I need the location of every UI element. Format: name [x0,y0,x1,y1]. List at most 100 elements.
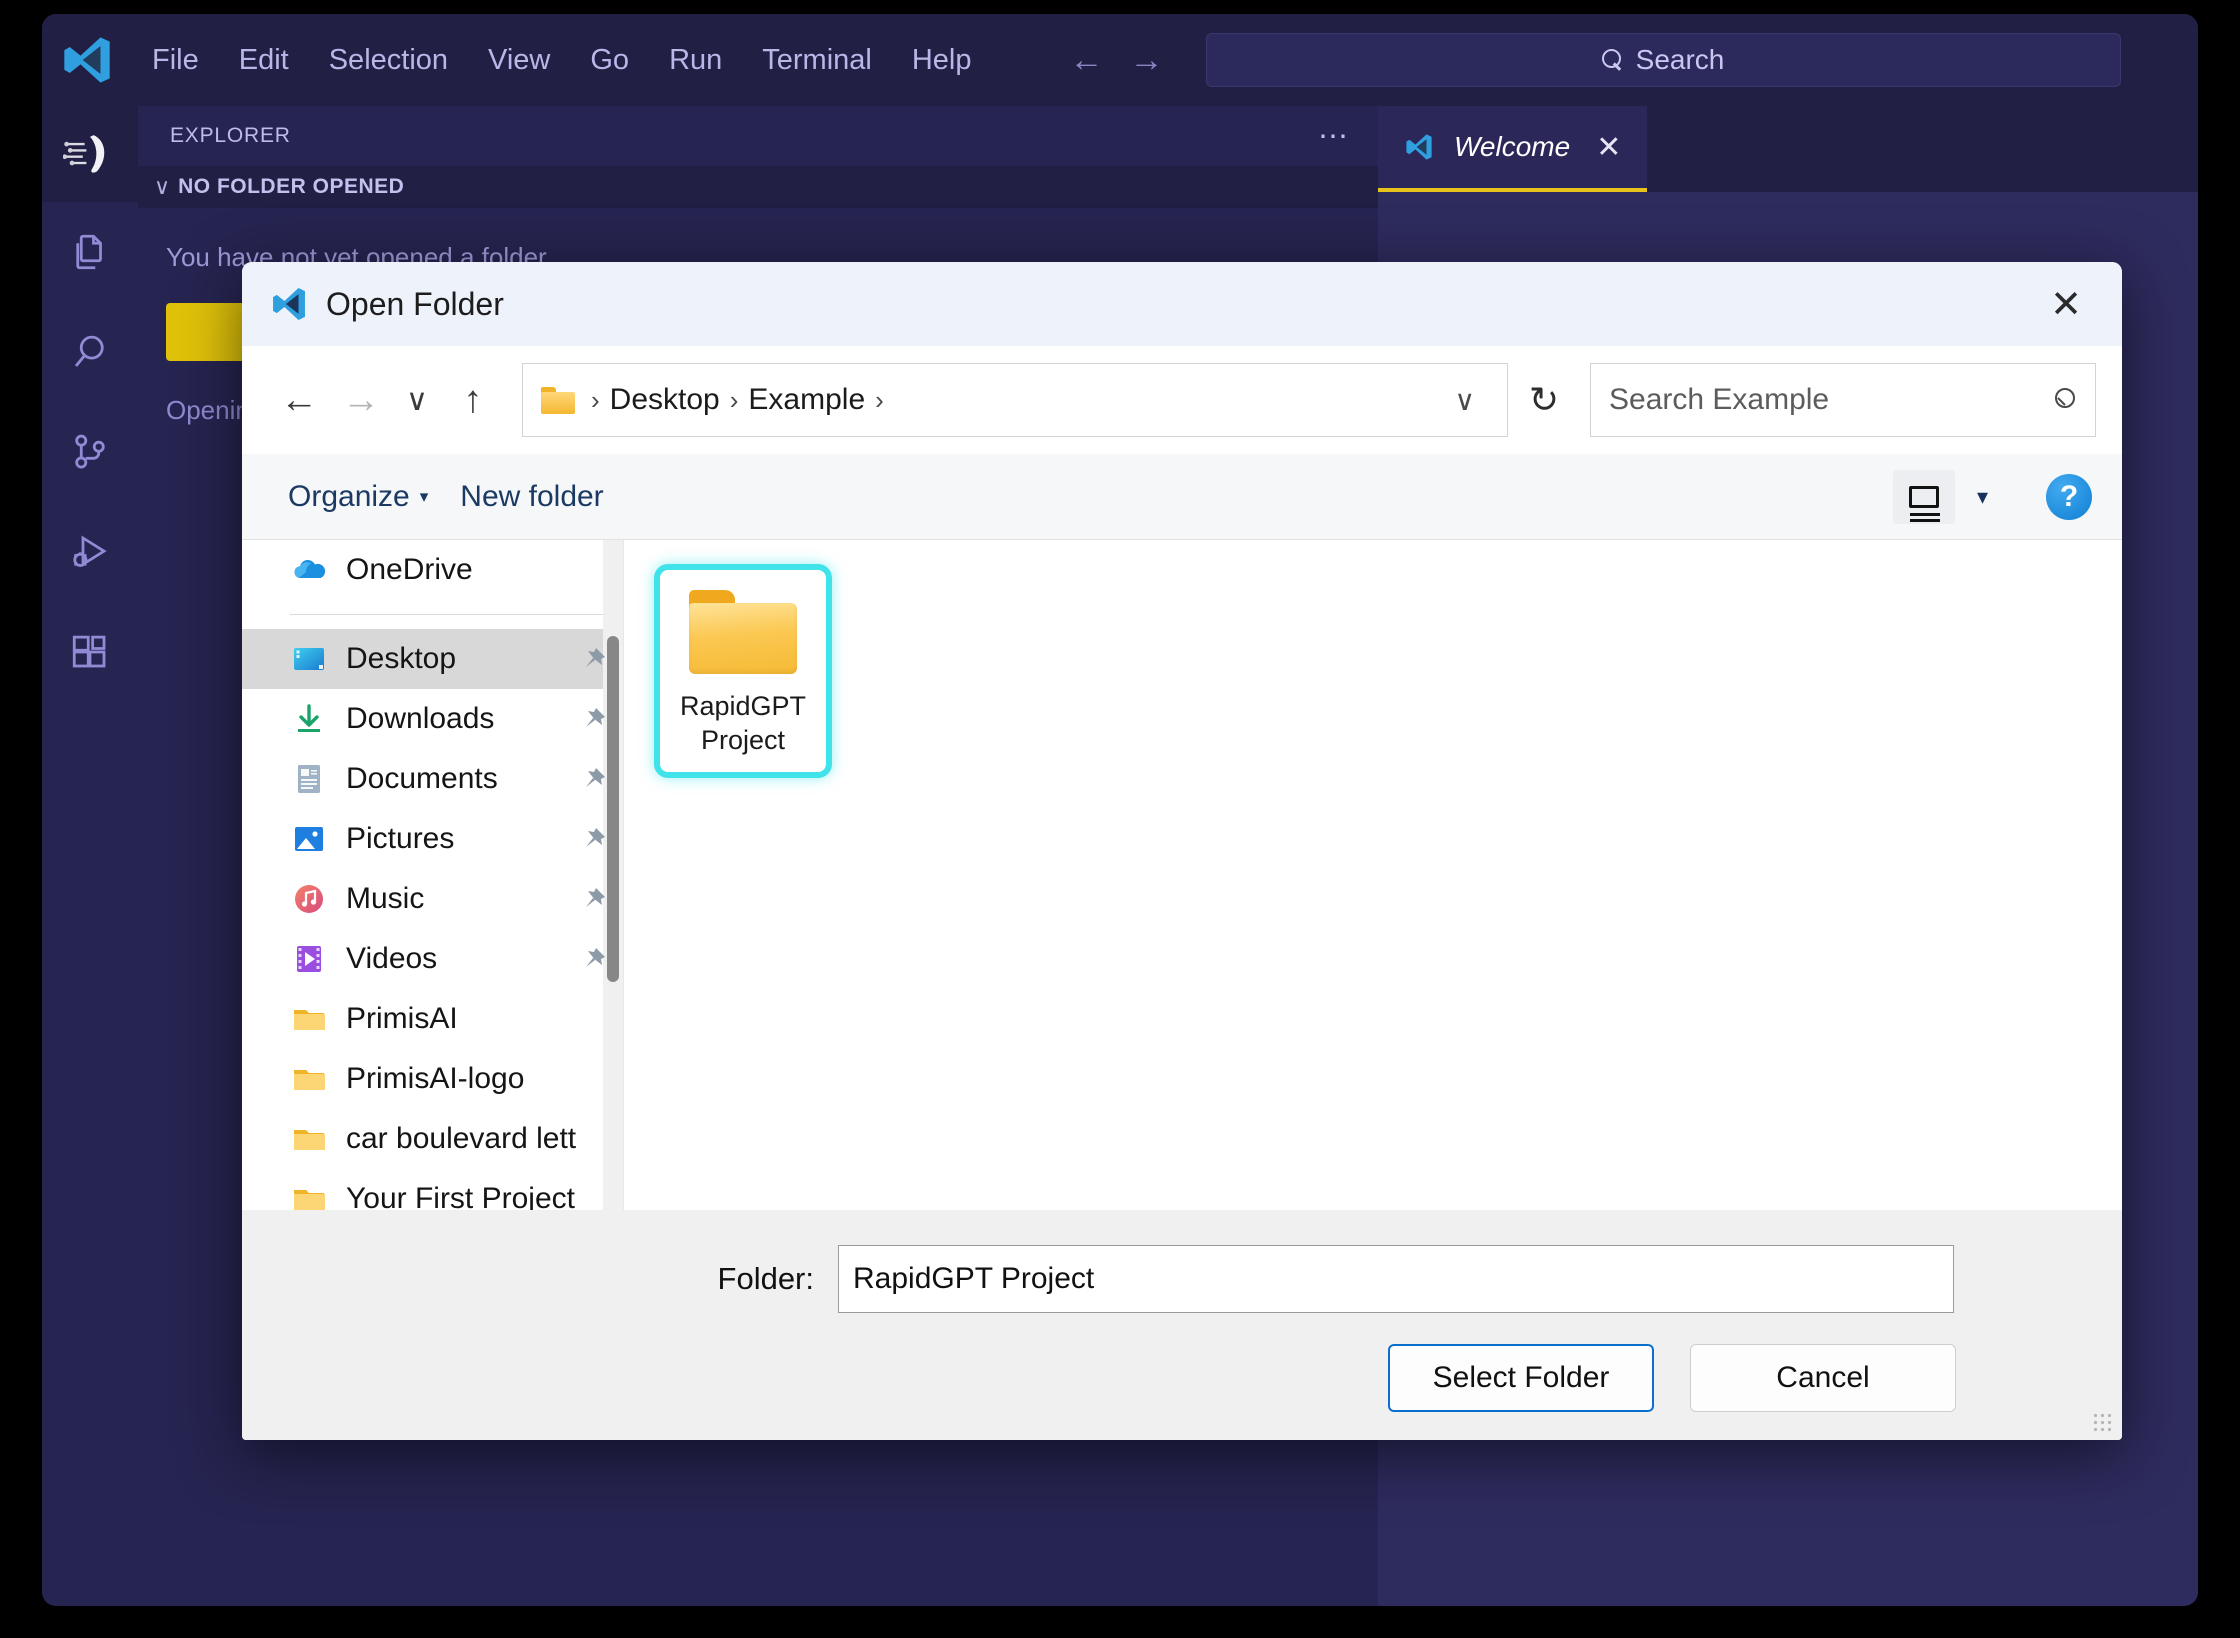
menu-file[interactable]: File [132,36,219,85]
chevron-down-icon[interactable]: ∨ [1437,384,1494,417]
menu-edit[interactable]: Edit [219,36,309,85]
search-placeholder: Search Example [1609,383,1830,416]
pin-icon[interactable] [581,646,607,672]
vscode-tab-bar: Welcome ✕ [1378,106,2198,192]
tree-item-car-boulevard[interactable]: car boulevard lett [242,1109,623,1169]
explorer-more-icon[interactable]: ⋯ [1318,119,1350,154]
tree-item-label: PrimisAI [346,1002,458,1035]
recent-locations-chevron-down-icon[interactable]: ∨ [392,369,442,431]
view-layout-icon[interactable] [1892,469,1955,524]
search-icon [1601,49,1624,71]
help-button[interactable]: ? [2046,473,2092,520]
organize-button[interactable]: Organize ▾ [272,472,444,522]
menu-run[interactable]: Run [649,36,742,85]
menu-help[interactable]: Help [892,36,992,85]
primisai-logo-icon[interactable] [42,106,138,202]
pictures-icon [290,820,328,858]
explorer-header: EXPLORER ⋯ [138,106,1378,166]
chevron-down-icon: ▾ [419,486,429,506]
back-button[interactable]: ← [268,369,330,431]
file-list-pane[interactable]: RapidGPT Project [624,540,2122,1210]
onedrive-cloud-icon [290,551,328,589]
dialog-toolbar: Organize ▾ New folder ▾ ? [242,454,2122,540]
dialog-title: Open Folder [326,285,504,322]
chevron-down-icon: ∨ [154,174,171,199]
menu-selection[interactable]: Selection [309,36,468,85]
explorer-title: EXPLORER [170,124,291,147]
folder-icon [290,1060,328,1098]
tree-scrollbar-track[interactable] [603,540,623,1210]
source-control-icon[interactable] [42,402,138,502]
close-icon[interactable]: ✕ [2034,276,2098,332]
folder-icon [541,386,575,414]
folder-icon [290,1180,328,1210]
close-icon[interactable]: ✕ [1596,130,1621,165]
tree-item-primisai[interactable]: PrimisAI [242,989,623,1049]
tree-item-pictures[interactable]: Pictures [242,809,623,869]
file-item-rapidgpt-project[interactable]: RapidGPT Project [654,564,832,778]
vscode-tab-icon [1404,132,1434,162]
cancel-button[interactable]: Cancel [1690,1344,1956,1412]
refresh-icon[interactable]: ↻ [1508,363,1580,437]
run-and-debug-icon[interactable] [42,502,138,602]
chevron-down-icon[interactable]: ▾ [1959,484,2006,510]
tree-item-label: Downloads [346,702,495,735]
select-folder-button[interactable]: Select Folder [1388,1344,1654,1412]
dialog-main: OneDrive Desktop Downloads Documents Pic… [242,540,2122,1210]
tree-item-videos[interactable]: Videos [242,929,623,989]
screenshot-root: File Edit Selection View Go Run Terminal… [0,0,2240,1638]
tree-item-documents[interactable]: Documents [242,749,623,809]
tree-item-label: OneDrive [346,553,473,586]
pin-icon[interactable] [581,766,607,792]
breadcrumb-item-example[interactable]: Example [748,383,865,417]
tree-item-label: car boulevard lett [346,1122,577,1155]
forward-button[interactable]: → [330,369,392,431]
resize-grip-icon[interactable] [2092,1412,2112,1432]
address-breadcrumb-bar[interactable]: › Desktop › Example › ∨ [522,363,1508,437]
breadcrumb-item-desktop[interactable]: Desktop [610,383,720,417]
search-input[interactable]: Search Example [1590,363,2096,437]
music-note-icon [290,880,328,918]
tree-item-label: Videos [346,942,438,975]
tree-item-onedrive[interactable]: OneDrive [242,540,623,600]
tree-item-primisai-logo[interactable]: PrimisAI-logo [242,1049,623,1109]
pin-icon[interactable] [581,946,607,972]
tree-item-desktop[interactable]: Desktop [242,629,623,689]
go-forward-icon[interactable]: → [1130,43,1164,77]
pin-icon[interactable] [581,826,607,852]
up-button[interactable]: ↑ [442,369,504,431]
vscode-menubar: File Edit Selection View Go Run Terminal… [132,36,992,85]
extensions-icon[interactable] [42,602,138,702]
tree-item-label: Your First Project [346,1182,575,1210]
tab-welcome-label: Welcome [1454,131,1571,162]
vscode-command-search[interactable]: Search [1205,33,2121,87]
folder-icon [290,1120,328,1158]
search-icon[interactable] [42,302,138,402]
tab-welcome[interactable]: Welcome ✕ [1378,106,1648,192]
file-item-label: RapidGPT Project [679,691,807,755]
search-icon [2053,388,2077,412]
tree-item-music[interactable]: Music [242,869,623,929]
breadcrumb-separator: › [729,384,739,415]
pin-icon[interactable] [581,706,607,732]
folder-field-row: Folder: RapidGPT Project [242,1210,2122,1314]
tree-item-label: Pictures [346,822,455,855]
menu-view[interactable]: View [468,36,570,85]
breadcrumb-separator: › [591,384,600,415]
tree-item-downloads[interactable]: Downloads [242,689,623,749]
tree-scrollbar-thumb[interactable] [607,636,619,982]
menu-terminal[interactable]: Terminal [742,36,892,85]
tree-item-your-first-project[interactable]: Your First Project [242,1169,623,1210]
tree-divider [290,614,607,615]
explorer-files-icon[interactable] [42,202,138,302]
vscode-window: File Edit Selection View Go Run Terminal… [42,14,2198,1606]
menu-go[interactable]: Go [570,36,649,85]
new-folder-button[interactable]: New folder [444,472,619,522]
vscode-search-placeholder: Search [1635,44,1725,75]
explorer-section-no-folder[interactable]: ∨ NO FOLDER OPENED [138,166,1378,208]
pin-icon[interactable] [581,886,607,912]
tree-item-label: Desktop [346,642,457,675]
folder-name-input[interactable]: RapidGPT Project [838,1245,1954,1313]
vscode-logo-icon [60,33,114,87]
go-back-icon[interactable]: ← [1070,43,1104,77]
